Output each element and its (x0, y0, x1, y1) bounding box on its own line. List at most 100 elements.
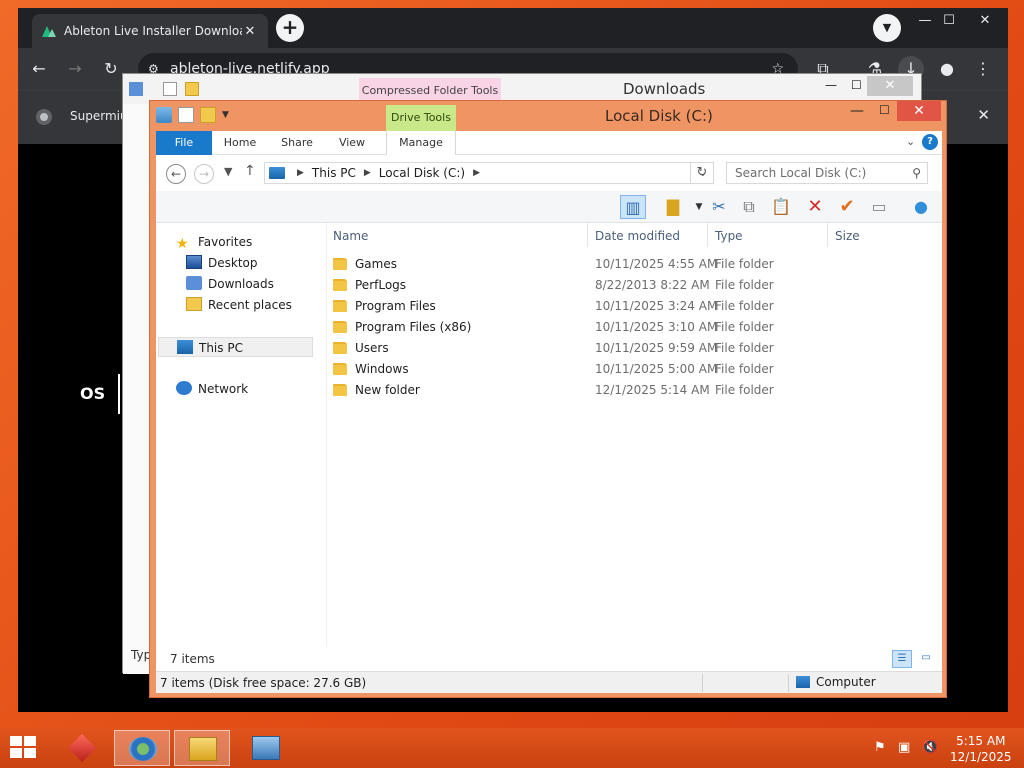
nav-this-pc[interactable]: This PC (158, 337, 313, 357)
taskbar-app-explorer[interactable] (174, 730, 230, 766)
start-button[interactable] (10, 736, 38, 760)
menu-kebab-icon[interactable]: ⋮ (970, 56, 996, 82)
back-button[interactable]: ← (166, 164, 186, 184)
drive-tools-tab[interactable]: Drive Tools (386, 105, 456, 131)
item-count-bar: 7 items ☰ ▭ (156, 647, 942, 671)
file-date: 12/1/2025 5:14 AM (595, 383, 710, 397)
explorer-content: ★ Favorites Desktop Downloads Recent plac… (156, 223, 942, 647)
nav-favorites[interactable]: ★ Favorites (176, 232, 252, 252)
nav-desktop[interactable]: Desktop (186, 253, 258, 273)
back-arrow-icon[interactable]: ← (26, 56, 52, 82)
rename-field-icon[interactable]: ▭ (866, 195, 892, 219)
reload-icon[interactable]: ↻ (98, 56, 124, 82)
system-clock[interactable]: 5:15 AM 12/1/2025 (950, 733, 1012, 765)
file-row[interactable]: PerfLogs 8/22/2013 8:22 AM File folder (327, 275, 927, 296)
refresh-button[interactable]: ↻ (690, 162, 714, 184)
downloads-close-button[interactable]: ✕ (867, 76, 913, 96)
tab-search-button[interactable]: ▼ (873, 14, 901, 42)
column-divider[interactable] (707, 223, 708, 247)
search-input[interactable]: Search Local Disk (C:) ⚲ (726, 162, 928, 184)
file-name: Program Files (355, 299, 436, 313)
properties-icon[interactable] (178, 107, 194, 123)
action-center-flag-icon[interactable]: ⚑ (874, 740, 886, 755)
column-divider[interactable] (587, 223, 588, 247)
status-location: Computer (796, 675, 876, 689)
column-header-date[interactable]: Date modified (595, 229, 680, 243)
file-date: 10/11/2025 3:24 AM (595, 299, 718, 313)
status-bar: 7 items (Disk free space: 27.6 GB) Compu… (156, 671, 942, 693)
file-row[interactable]: Program Files (x86) 10/11/2025 3:10 AM Fil… (327, 317, 927, 338)
volume-muted-icon[interactable]: 🔇 (922, 740, 938, 755)
file-row[interactable]: Users 10/11/2025 9:59 AM File folder (327, 338, 927, 359)
nav-recent-places[interactable]: Recent places (186, 295, 292, 315)
expand-ribbon-chevron-icon[interactable]: ⌄ (906, 135, 915, 148)
new-folder-icon[interactable] (185, 82, 199, 96)
qat-dropdown-icon[interactable]: ▼ (222, 107, 232, 123)
breadcrumb-separator-icon[interactable]: ▶ (473, 168, 480, 178)
file-type: File folder (715, 383, 774, 397)
copy-icon[interactable]: ⧉ (736, 195, 762, 219)
column-divider[interactable] (827, 223, 828, 247)
explorer-titlebar: ▼ Drive Tools Local Disk (C:) — ☐ ✕ (150, 101, 946, 131)
navigation-bar: ← → ▼ ↑ ▶ This PC ▶ Local Disk (C:) ▶ ⌄ … (156, 155, 942, 191)
nav-network[interactable]: Network (176, 379, 248, 399)
address-breadcrumb[interactable]: ▶ This PC ▶ Local Disk (C:) ▶ ⌄ (264, 162, 714, 184)
breadcrumb-local-disk[interactable]: Local Disk (C:) (379, 166, 465, 180)
downloads-maximize-button[interactable]: ☐ (851, 78, 862, 92)
tab-share[interactable]: Share (274, 131, 320, 155)
file-row[interactable]: New folder 12/1/2025 5:14 AM File folder (327, 380, 927, 401)
new-folder-icon[interactable] (200, 107, 216, 123)
breadcrumb-separator-icon[interactable]: ▶ (364, 168, 371, 178)
file-row[interactable]: Games 10/11/2025 4:55 AM File folder (327, 254, 927, 275)
tab-home[interactable]: Home (218, 131, 262, 155)
column-header-size[interactable]: Size (835, 229, 860, 243)
up-arrow-icon[interactable]: ↑ (244, 163, 256, 179)
taskbar-app-installer[interactable] (238, 730, 294, 766)
explorer-window-title: Local Disk (C:) (605, 107, 713, 125)
details-view-icon[interactable]: ☰ (892, 650, 912, 668)
nav-downloads[interactable]: Downloads (186, 274, 274, 294)
globe-icon[interactable]: ● (908, 195, 934, 219)
profile-avatar-icon[interactable]: ● (934, 56, 960, 82)
nav-favorites-label: Favorites (198, 235, 253, 249)
tab-manage[interactable]: Manage (386, 131, 456, 155)
new-tab-button[interactable]: + (276, 14, 304, 42)
explorer-maximize-button[interactable]: ☐ (879, 103, 890, 117)
taskbar-app-box[interactable] (54, 730, 110, 766)
taskbar-app-chrome[interactable] (114, 730, 170, 766)
preview-pane-icon[interactable]: ▥ (620, 195, 646, 219)
infobar-close-icon[interactable]: ✕ (977, 106, 990, 124)
help-icon[interactable]: ? (922, 134, 938, 150)
close-tab-icon[interactable]: ✕ (242, 24, 258, 39)
folder-icon (333, 363, 347, 375)
item-count: 7 items (170, 652, 215, 666)
rename-check-icon[interactable]: ✔ (834, 195, 860, 219)
delete-icon[interactable]: ✕ (802, 195, 828, 219)
properties-folder-icon[interactable]: ▇ (660, 195, 686, 219)
large-icons-view-icon[interactable]: ▭ (916, 650, 936, 668)
file-row[interactable]: Windows 10/11/2025 5:00 AM File folder (327, 359, 927, 380)
browser-tab-active[interactable]: Ableton Live Installer Download ✕ (32, 14, 268, 48)
breadcrumb-separator-icon[interactable]: ▶ (297, 168, 304, 178)
browser-maximize-button[interactable]: ☐ (932, 8, 966, 36)
explorer-minimize-button[interactable]: — (850, 103, 864, 119)
file-date: 10/11/2025 9:59 AM (595, 341, 718, 355)
recent-locations-dropdown-icon[interactable]: ▼ (224, 165, 232, 178)
properties-icon[interactable] (163, 82, 177, 96)
explorer-close-button[interactable]: ✕ (897, 101, 941, 121)
breadcrumb-this-pc[interactable]: This PC (312, 166, 356, 180)
forward-button[interactable]: → (194, 164, 214, 184)
windows-logo-icon (10, 736, 22, 746)
tab-view[interactable]: View (332, 131, 372, 155)
file-row[interactable]: Program Files 10/11/2025 3:24 AM File fold… (327, 296, 927, 317)
installer-icon (252, 736, 280, 760)
downloads-minimize-button[interactable]: — (825, 78, 837, 92)
network-tray-icon[interactable]: ▣ (898, 740, 910, 755)
forward-arrow-icon[interactable]: → (62, 56, 88, 82)
paste-icon[interactable]: 📋 (768, 195, 794, 219)
tab-file[interactable]: File (156, 131, 212, 155)
browser-close-button[interactable]: ✕ (968, 8, 1002, 36)
column-header-type[interactable]: Type (715, 229, 743, 243)
cut-icon[interactable]: ✂ (706, 195, 732, 219)
column-header-name[interactable]: Name (333, 229, 368, 243)
